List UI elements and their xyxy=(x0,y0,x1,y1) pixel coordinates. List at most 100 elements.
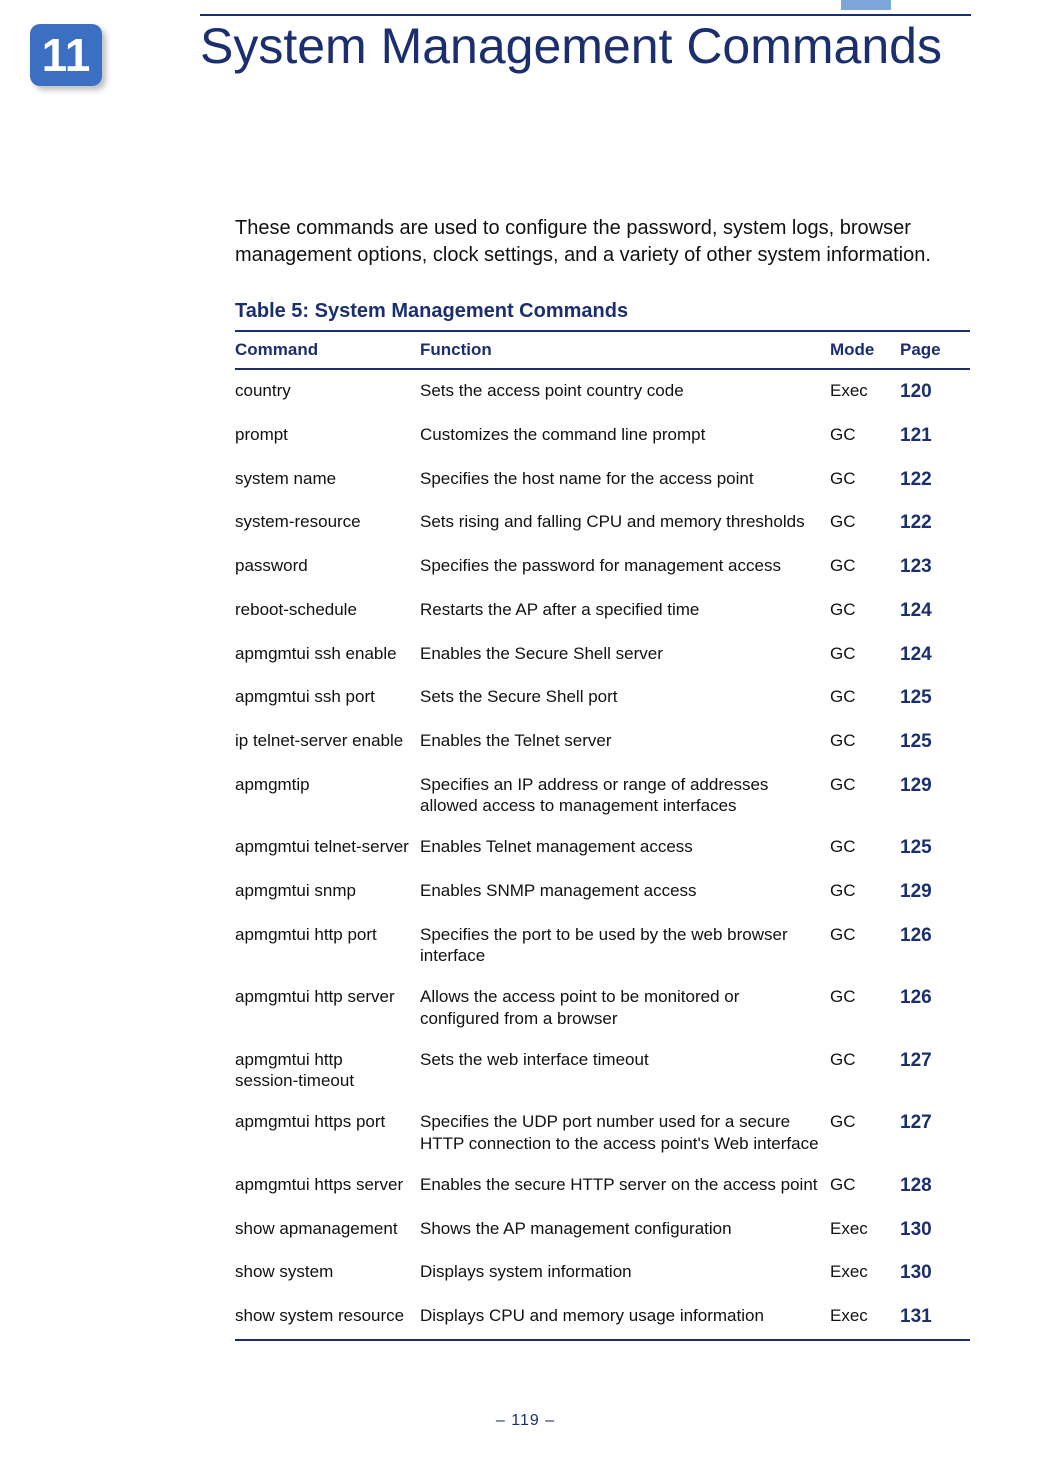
page-link[interactable]: 123 xyxy=(900,556,932,577)
page-link[interactable]: 127 xyxy=(900,1050,932,1071)
function-cell: Specifies the UDP port number used for a… xyxy=(420,1101,830,1164)
page-link[interactable]: 129 xyxy=(900,881,932,902)
table-body: countrySets the access point country cod… xyxy=(235,369,970,1340)
page-link[interactable]: 126 xyxy=(900,925,932,946)
page-cell: 127 xyxy=(900,1039,970,1102)
page-link[interactable]: 126 xyxy=(900,987,932,1008)
page-link[interactable]: 130 xyxy=(900,1219,932,1240)
function-cell: Enables SNMP management access xyxy=(420,870,830,914)
page-link[interactable]: 122 xyxy=(900,512,932,533)
command-cell: reboot-schedule xyxy=(235,589,420,633)
function-cell: Sets the Secure Shell port xyxy=(420,676,830,720)
table-row: apmgmtui ssh portSets the Secure Shell p… xyxy=(235,676,970,720)
command-cell: apmgmtui http session-timeout xyxy=(235,1039,420,1102)
table-row: system nameSpecifies the host name for t… xyxy=(235,458,970,502)
command-cell: apmgmtip xyxy=(235,764,420,827)
table-row: apmgmtui https portSpecifies the UDP por… xyxy=(235,1101,970,1164)
table-row: show system resourceDisplays CPU and mem… xyxy=(235,1295,970,1340)
page-cell: 123 xyxy=(900,545,970,589)
table-row: apmgmtui http portSpecifies the port to … xyxy=(235,914,970,977)
function-cell: Specifies the password for management ac… xyxy=(420,545,830,589)
page-link[interactable]: 122 xyxy=(900,469,932,490)
table-row: passwordSpecifies the password for manag… xyxy=(235,545,970,589)
page-link[interactable]: 120 xyxy=(900,381,932,402)
mode-cell: Exec xyxy=(830,369,900,414)
page-cell: 127 xyxy=(900,1101,970,1164)
command-cell: system name xyxy=(235,458,420,502)
table-row: apmgmtui https serverEnables the secure … xyxy=(235,1164,970,1208)
function-cell: Displays system information xyxy=(420,1251,830,1295)
page-link[interactable]: 124 xyxy=(900,644,932,665)
mode-cell: GC xyxy=(830,976,900,1039)
page-link[interactable]: 130 xyxy=(900,1262,932,1283)
page-link[interactable]: 125 xyxy=(900,731,932,752)
page-cell: 124 xyxy=(900,589,970,633)
command-cell: apmgmtui https port xyxy=(235,1101,420,1164)
page-cell: 130 xyxy=(900,1208,970,1252)
page-cell: 125 xyxy=(900,826,970,870)
mode-cell: GC xyxy=(830,458,900,502)
command-cell: apmgmtui http server xyxy=(235,976,420,1039)
page-link[interactable]: 131 xyxy=(900,1306,932,1327)
command-cell: prompt xyxy=(235,414,420,458)
page-link[interactable]: 127 xyxy=(900,1112,932,1133)
table-row: system-resourceSets rising and falling C… xyxy=(235,501,970,545)
table-row: apmgmtui snmpEnables SNMP management acc… xyxy=(235,870,970,914)
mode-cell: Exec xyxy=(830,1295,900,1340)
table-row: apmgmtui http serverAllows the access po… xyxy=(235,976,970,1039)
page-cell: 120 xyxy=(900,369,970,414)
mode-cell: GC xyxy=(830,826,900,870)
chapter-title: System Management Commands xyxy=(200,18,971,76)
header-command: Command xyxy=(235,331,420,369)
table-row: apmgmtipSpecifies an IP address or range… xyxy=(235,764,970,827)
command-cell: show system xyxy=(235,1251,420,1295)
function-cell: Displays CPU and memory usage informatio… xyxy=(420,1295,830,1340)
table-row: apmgmtui telnet-serverEnables Telnet man… xyxy=(235,826,970,870)
table-row: apmgmtui http session-timeoutSets the we… xyxy=(235,1039,970,1102)
command-cell: country xyxy=(235,369,420,414)
intro-paragraph: These commands are used to configure the… xyxy=(235,215,971,269)
mode-cell: GC xyxy=(830,676,900,720)
command-cell: apmgmtui snmp xyxy=(235,870,420,914)
function-cell: Sets rising and falling CPU and memory t… xyxy=(420,501,830,545)
command-cell: apmgmtui http port xyxy=(235,914,420,977)
mode-cell: GC xyxy=(830,1039,900,1102)
function-cell: Shows the AP management configuration xyxy=(420,1208,830,1252)
page-link[interactable]: 125 xyxy=(900,687,932,708)
mode-cell: GC xyxy=(830,545,900,589)
command-cell: apmgmtui ssh port xyxy=(235,676,420,720)
page-cell: 122 xyxy=(900,501,970,545)
top-rule xyxy=(200,14,971,16)
function-cell: Restarts the AP after a specified time xyxy=(420,589,830,633)
function-cell: Enables Telnet management access xyxy=(420,826,830,870)
page-cell: 124 xyxy=(900,633,970,677)
page-cell: 128 xyxy=(900,1164,970,1208)
page-link[interactable]: 129 xyxy=(900,775,932,796)
footer-page-number: – 119 – xyxy=(0,1412,1051,1430)
page-link[interactable]: 124 xyxy=(900,600,932,621)
page-cell: 122 xyxy=(900,458,970,502)
table-row: show apmanagementShows the AP management… xyxy=(235,1208,970,1252)
function-cell: Enables the Telnet server xyxy=(420,720,830,764)
mode-cell: Exec xyxy=(830,1208,900,1252)
page-link[interactable]: 121 xyxy=(900,425,932,446)
header-mode: Mode xyxy=(830,331,900,369)
function-cell: Allows the access point to be monitored … xyxy=(420,976,830,1039)
command-cell: system-resource xyxy=(235,501,420,545)
command-cell: show apmanagement xyxy=(235,1208,420,1252)
mode-cell: GC xyxy=(830,870,900,914)
command-cell: show system resource xyxy=(235,1295,420,1340)
function-cell: Specifies the port to be used by the web… xyxy=(420,914,830,977)
table-row: promptCustomizes the command line prompt… xyxy=(235,414,970,458)
page-link[interactable]: 125 xyxy=(900,837,932,858)
mode-cell: GC xyxy=(830,414,900,458)
function-cell: Sets the access point country code xyxy=(420,369,830,414)
function-cell: Enables the Secure Shell server xyxy=(420,633,830,677)
table-row: show systemDisplays system informationEx… xyxy=(235,1251,970,1295)
command-cell: password xyxy=(235,545,420,589)
page-cell: 131 xyxy=(900,1295,970,1340)
command-cell: apmgmtui telnet-server xyxy=(235,826,420,870)
function-cell: Customizes the command line prompt xyxy=(420,414,830,458)
mode-cell: GC xyxy=(830,589,900,633)
page-link[interactable]: 128 xyxy=(900,1175,932,1196)
